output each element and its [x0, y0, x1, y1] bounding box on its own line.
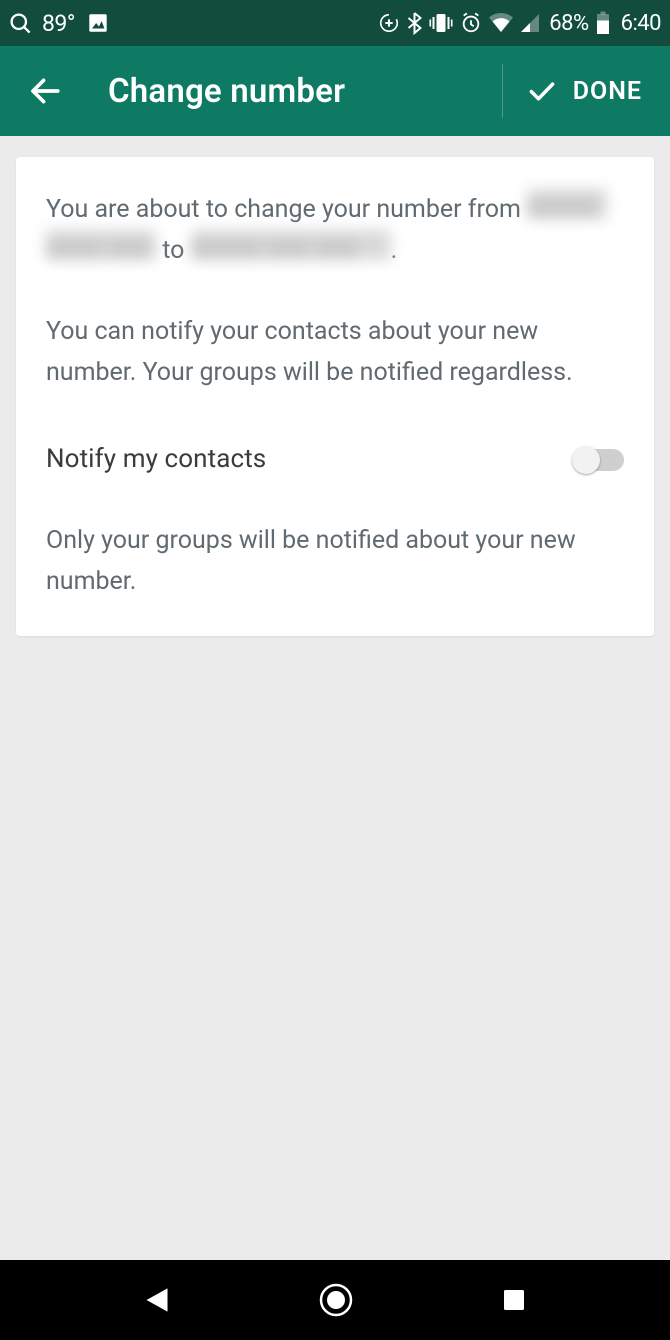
done-label: DONE [573, 77, 642, 106]
status-bar: 89° [0, 0, 670, 46]
p1-suffix: . [391, 236, 398, 265]
done-button[interactable]: DONE [502, 64, 670, 118]
battery-icon [596, 11, 610, 35]
app-bar: Change number DONE [0, 46, 670, 136]
old-number-redacted: 00000 [527, 189, 607, 219]
page-title: Change number [108, 72, 345, 111]
status-left: 89° [9, 10, 109, 37]
picture-icon [87, 12, 109, 34]
nav-recent-button[interactable] [502, 1288, 526, 1312]
nav-home-button[interactable] [319, 1283, 353, 1317]
info-card: You are about to change your number from… [16, 157, 654, 636]
notify-contacts-row: Notify my contacts [46, 439, 624, 480]
notify-info-text: You can notify your contacts about your … [46, 311, 624, 393]
temperature-label: 89° [42, 10, 75, 37]
nav-back-button[interactable] [144, 1286, 170, 1314]
vibrate-icon [429, 12, 453, 34]
data-saver-icon [378, 12, 400, 34]
wifi-icon [489, 13, 513, 33]
new-number-redacted: 00000 000 000 [191, 230, 391, 260]
content-area: You are about to change your number from… [0, 136, 670, 636]
p1-to: to [162, 236, 184, 265]
system-nav-bar [0, 1260, 670, 1340]
notify-contacts-label: Notify my contacts [46, 439, 266, 480]
change-number-description: You are about to change your number from… [46, 189, 624, 271]
battery-percent: 68% [549, 11, 588, 36]
p1-prefix: You are about to change your number from [46, 195, 521, 224]
check-icon [527, 76, 557, 106]
old-number-redacted-2: 0000 000 [46, 230, 156, 260]
bluetooth-icon [407, 11, 422, 35]
back-button[interactable] [28, 74, 62, 108]
search-icon [9, 12, 32, 35]
alarm-icon [460, 12, 482, 34]
status-right: 68% 6:40 [378, 11, 661, 36]
cell-signal-icon [520, 13, 540, 33]
clock-label: 6:40 [621, 11, 661, 36]
notify-contacts-toggle[interactable] [574, 449, 624, 471]
groups-notified-text: Only your groups will be notified about … [46, 520, 624, 602]
